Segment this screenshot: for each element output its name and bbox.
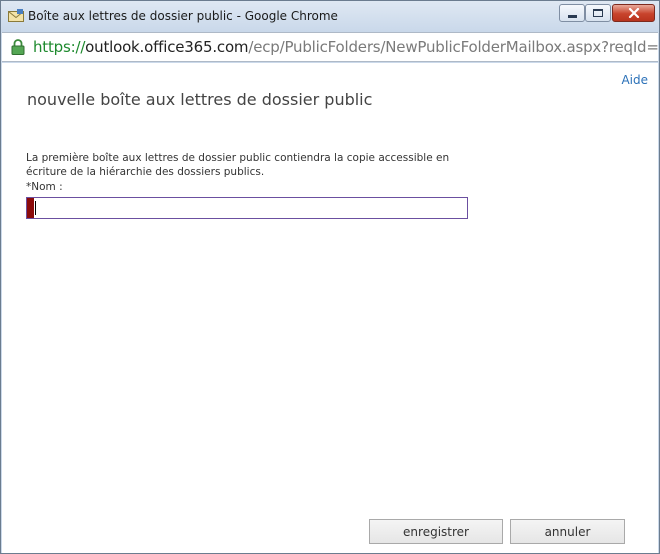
text-caret (35, 201, 36, 215)
title-bar[interactable]: Boîte aux lettres de dossier public - Go… (1, 1, 659, 32)
save-button[interactable]: enregistrer (369, 519, 503, 544)
page-title: nouvelle boîte aux lettres de dossier pu… (27, 90, 373, 109)
maximize-icon (593, 9, 603, 17)
help-link[interactable]: Aide (621, 73, 648, 87)
url-scheme: https:// (33, 38, 86, 56)
url-text[interactable]: https://outlook.office365.com/ecp/Public… (33, 38, 658, 56)
dialog-content: Aide nouvelle boîte aux lettres de dossi… (2, 63, 658, 553)
cancel-button[interactable]: annuler (510, 519, 625, 544)
address-bar[interactable]: https://outlook.office365.com/ecp/Public… (2, 32, 658, 62)
minimize-icon (567, 14, 577, 18)
required-field-indicator (27, 198, 34, 218)
close-icon (628, 8, 639, 18)
maximize-button[interactable] (585, 4, 611, 22)
url-host: outlook.office365.com (85, 38, 249, 56)
lock-icon (11, 39, 25, 55)
name-label: *Nom : (26, 181, 63, 193)
description-text: La première boîte aux lettres de dossier… (26, 152, 450, 178)
url-path: /ecp/PublicFolders/NewPublicFolderMailbo… (248, 38, 658, 56)
minimize-button[interactable] (559, 4, 585, 22)
browser-window: Boîte aux lettres de dossier public - Go… (0, 0, 660, 554)
envelope-icon (8, 9, 24, 22)
name-input[interactable] (26, 197, 468, 219)
close-button[interactable] (612, 4, 655, 22)
window-title: Boîte aux lettres de dossier public - Go… (28, 9, 338, 23)
